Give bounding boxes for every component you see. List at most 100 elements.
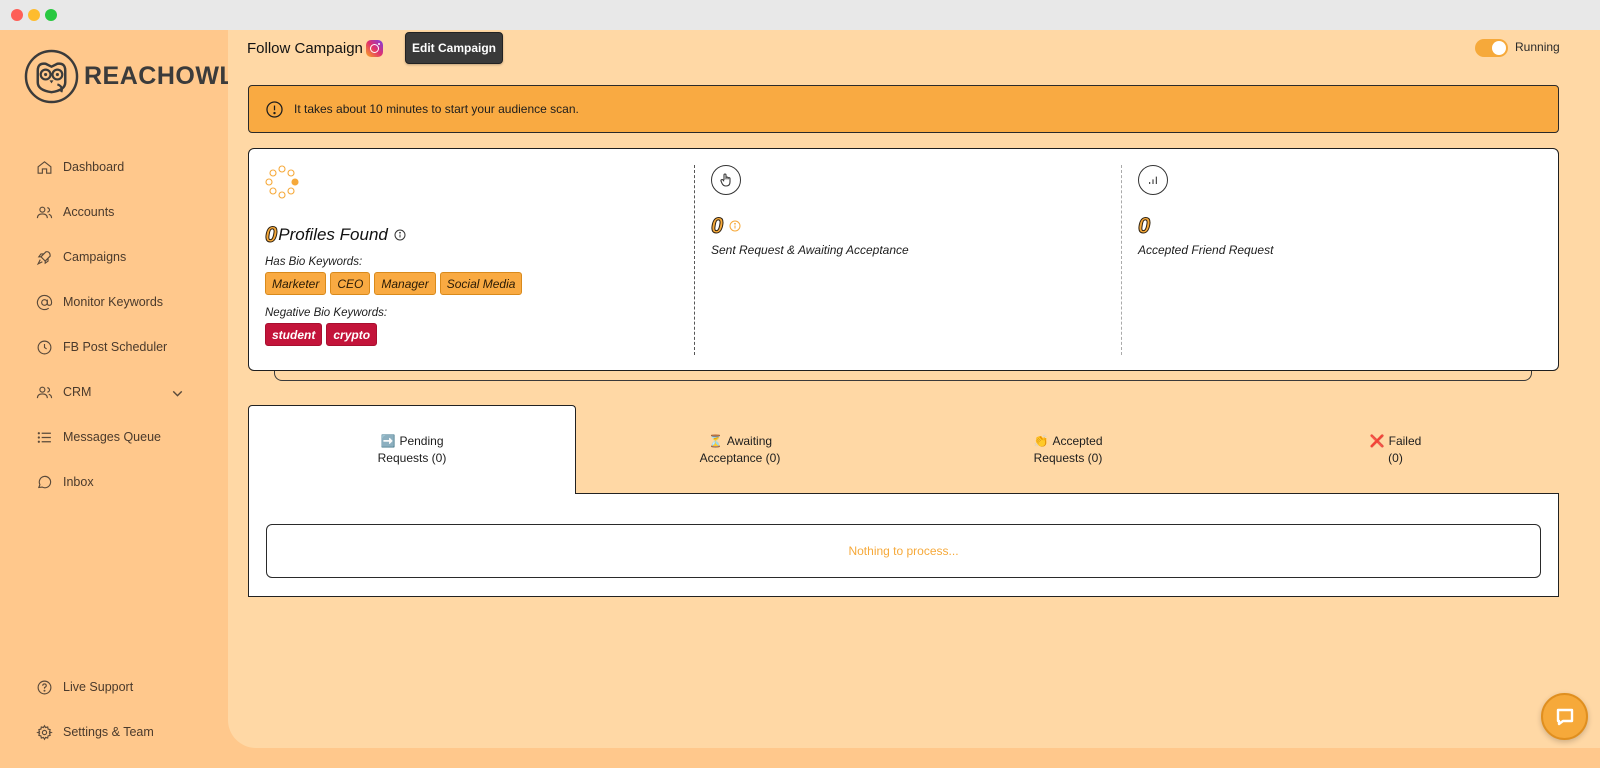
- instagram-icon: [365, 39, 383, 57]
- loading-spinner-icon: [265, 165, 299, 199]
- hand-pointer-icon: [720, 173, 731, 187]
- window-close-button[interactable]: [11, 9, 23, 21]
- negative-keywords-label: Negative Bio Keywords:: [265, 307, 388, 319]
- users-icon: [36, 206, 53, 218]
- tab-failed[interactable]: ❌ Failed (0): [1232, 405, 1559, 494]
- sidebar-item-dashboard[interactable]: Dashboard: [36, 155, 196, 179]
- profiles-found-section: 0 Profiles Found Has Bio Keywords: Marke…: [264, 165, 685, 355]
- alert-text: It takes about 10 minutes to start your …: [294, 102, 579, 116]
- tab-divider: [576, 493, 1559, 494]
- sidebar-item-label: CRM: [63, 385, 92, 399]
- window-titlebar: [0, 0, 1600, 30]
- negative-keyword-chip: student: [265, 323, 323, 346]
- status-label: Running: [1515, 40, 1560, 54]
- tab-pending-requests[interactable]: ➡️ Pending Requests (0): [248, 405, 576, 494]
- info-icon[interactable]: [394, 229, 406, 241]
- sent-row: 0: [710, 213, 1114, 238]
- cross-mark-icon: ❌: [1369, 433, 1385, 448]
- at-sign-icon: [36, 294, 53, 310]
- negative-keyword-chip: crypto: [326, 323, 378, 346]
- sidebar-item-label: FB Post Scheduler: [63, 340, 168, 354]
- sidebar-item-label: Monitor Keywords: [63, 295, 164, 309]
- sent-requests-section: 0 Sent Request & Awaiting Acceptance: [694, 165, 1114, 355]
- sidebar-item-label: Messages Queue: [63, 430, 161, 444]
- edit-campaign-button[interactable]: Edit Campaign: [405, 32, 503, 64]
- main-content: [228, 30, 1600, 748]
- page-title: Follow Campaign: [247, 38, 383, 58]
- hand-pointer-icon-wrap: [711, 165, 741, 195]
- keyword-chip: Manager: [374, 272, 436, 295]
- sidebar-item-monitor-keywords[interactable]: Monitor Keywords: [36, 290, 196, 314]
- rocket-icon: [36, 250, 51, 265]
- tab-awaiting-acceptance[interactable]: ⏳ Awaiting Acceptance (0): [576, 405, 904, 494]
- accepted-label: Accepted Friend Request: [1138, 243, 1274, 257]
- sidebar-item-label: Live Support: [63, 680, 134, 694]
- keyword-chip: CEO: [330, 272, 371, 295]
- chat-support-button[interactable]: [1541, 693, 1588, 740]
- sidebar-item-settings-team[interactable]: Settings & Team: [36, 720, 196, 744]
- sidebar-item-label: Inbox: [63, 475, 94, 489]
- sidebar-item-fb-post-scheduler[interactable]: FB Post Scheduler: [36, 335, 196, 359]
- clock-icon: [37, 340, 52, 354]
- list-icon: [37, 431, 51, 443]
- stats-card: 0 Profiles Found Has Bio Keywords: Marke…: [248, 148, 1559, 371]
- window-minimize-button[interactable]: [28, 9, 40, 21]
- negative-keywords-list: student crypto: [265, 323, 685, 346]
- empty-state: Nothing to process...: [266, 524, 1541, 578]
- toggle-knob: [1492, 41, 1506, 55]
- app-frame: REACHOWL Dashboard Accounts Campaigns Mo…: [0, 30, 1600, 768]
- sidebar: REACHOWL Dashboard Accounts Campaigns Mo…: [0, 30, 235, 768]
- chevron-down-icon[interactable]: [169, 385, 186, 402]
- sidebar-item-label: Settings & Team: [63, 725, 154, 739]
- bio-keywords-label: Has Bio Keywords:: [265, 256, 363, 268]
- tab-count: (0): [1388, 450, 1403, 465]
- sidebar-item-live-support[interactable]: Live Support: [36, 675, 196, 699]
- tab-count: Requests (0): [1033, 450, 1103, 465]
- request-tabs: ➡️ Pending Requests (0) ⏳ Awaiting Accepta…: [248, 405, 1559, 494]
- accepted-requests-section: 0 Accepted Friend Request: [1121, 165, 1541, 355]
- tab-label: Awaiting: [726, 433, 773, 448]
- sidebar-item-label: Accounts: [63, 205, 115, 219]
- tab-count: Requests (0): [377, 451, 447, 465]
- bar-chart-icon-wrap: [1138, 165, 1168, 195]
- sidebar-item-messages-queue[interactable]: Messages Queue: [36, 425, 196, 449]
- sent-count: 0: [710, 213, 724, 238]
- bar-chart-icon: [1149, 176, 1157, 184]
- accepted-count: 0: [1137, 213, 1151, 238]
- bio-keywords-list: Marketer CEO Manager Social Media: [265, 272, 685, 295]
- profiles-found-label: Profiles Found: [278, 225, 388, 244]
- accepted-row: 0: [1137, 213, 1541, 238]
- sidebar-item-crm[interactable]: CRM: [36, 380, 196, 404]
- info-alert: It takes about 10 minutes to start your …: [248, 85, 1559, 133]
- keyword-chip: Marketer: [265, 272, 327, 295]
- help-circle-icon: [37, 680, 52, 694]
- campaign-title-text: Follow Campaign: [247, 39, 363, 57]
- window-maximize-button[interactable]: [45, 9, 57, 21]
- profiles-found-row: 0 Profiles Found: [264, 222, 685, 247]
- tab-accepted-requests[interactable]: 👏 Accepted Requests (0): [904, 405, 1232, 494]
- users-icon: [36, 386, 53, 398]
- clapping-hands-icon: 👏: [1033, 433, 1049, 448]
- chat-bubble-icon: [1556, 708, 1573, 725]
- info-icon[interactable]: [729, 220, 741, 232]
- home-icon: [37, 160, 52, 174]
- tab-count: Acceptance (0): [699, 450, 781, 465]
- sidebar-item-label: Dashboard: [63, 160, 125, 174]
- owl-logo-icon: [24, 49, 79, 103]
- sidebar-item-campaigns[interactable]: Campaigns: [36, 245, 196, 269]
- sidebar-item-label: Campaigns: [63, 250, 127, 264]
- gear-icon: [36, 724, 53, 740]
- sidebar-item-accounts[interactable]: Accounts: [36, 200, 196, 224]
- tab-panel: Nothing to process...: [248, 493, 1559, 597]
- tab-label: Accepted: [1052, 433, 1103, 448]
- tab-label: Pending: [399, 434, 444, 448]
- logo[interactable]: REACHOWL: [24, 48, 235, 104]
- hourglass-icon: ⏳: [707, 433, 723, 448]
- tab-label: Failed: [1388, 433, 1422, 448]
- running-toggle[interactable]: [1475, 39, 1508, 57]
- soon-arrow-icon: ➡️: [380, 434, 396, 448]
- alert-circle-icon: [266, 100, 283, 118]
- profiles-found-count: 0: [264, 222, 278, 247]
- chat-icon: [37, 475, 52, 488]
- sidebar-item-inbox[interactable]: Inbox: [36, 470, 196, 494]
